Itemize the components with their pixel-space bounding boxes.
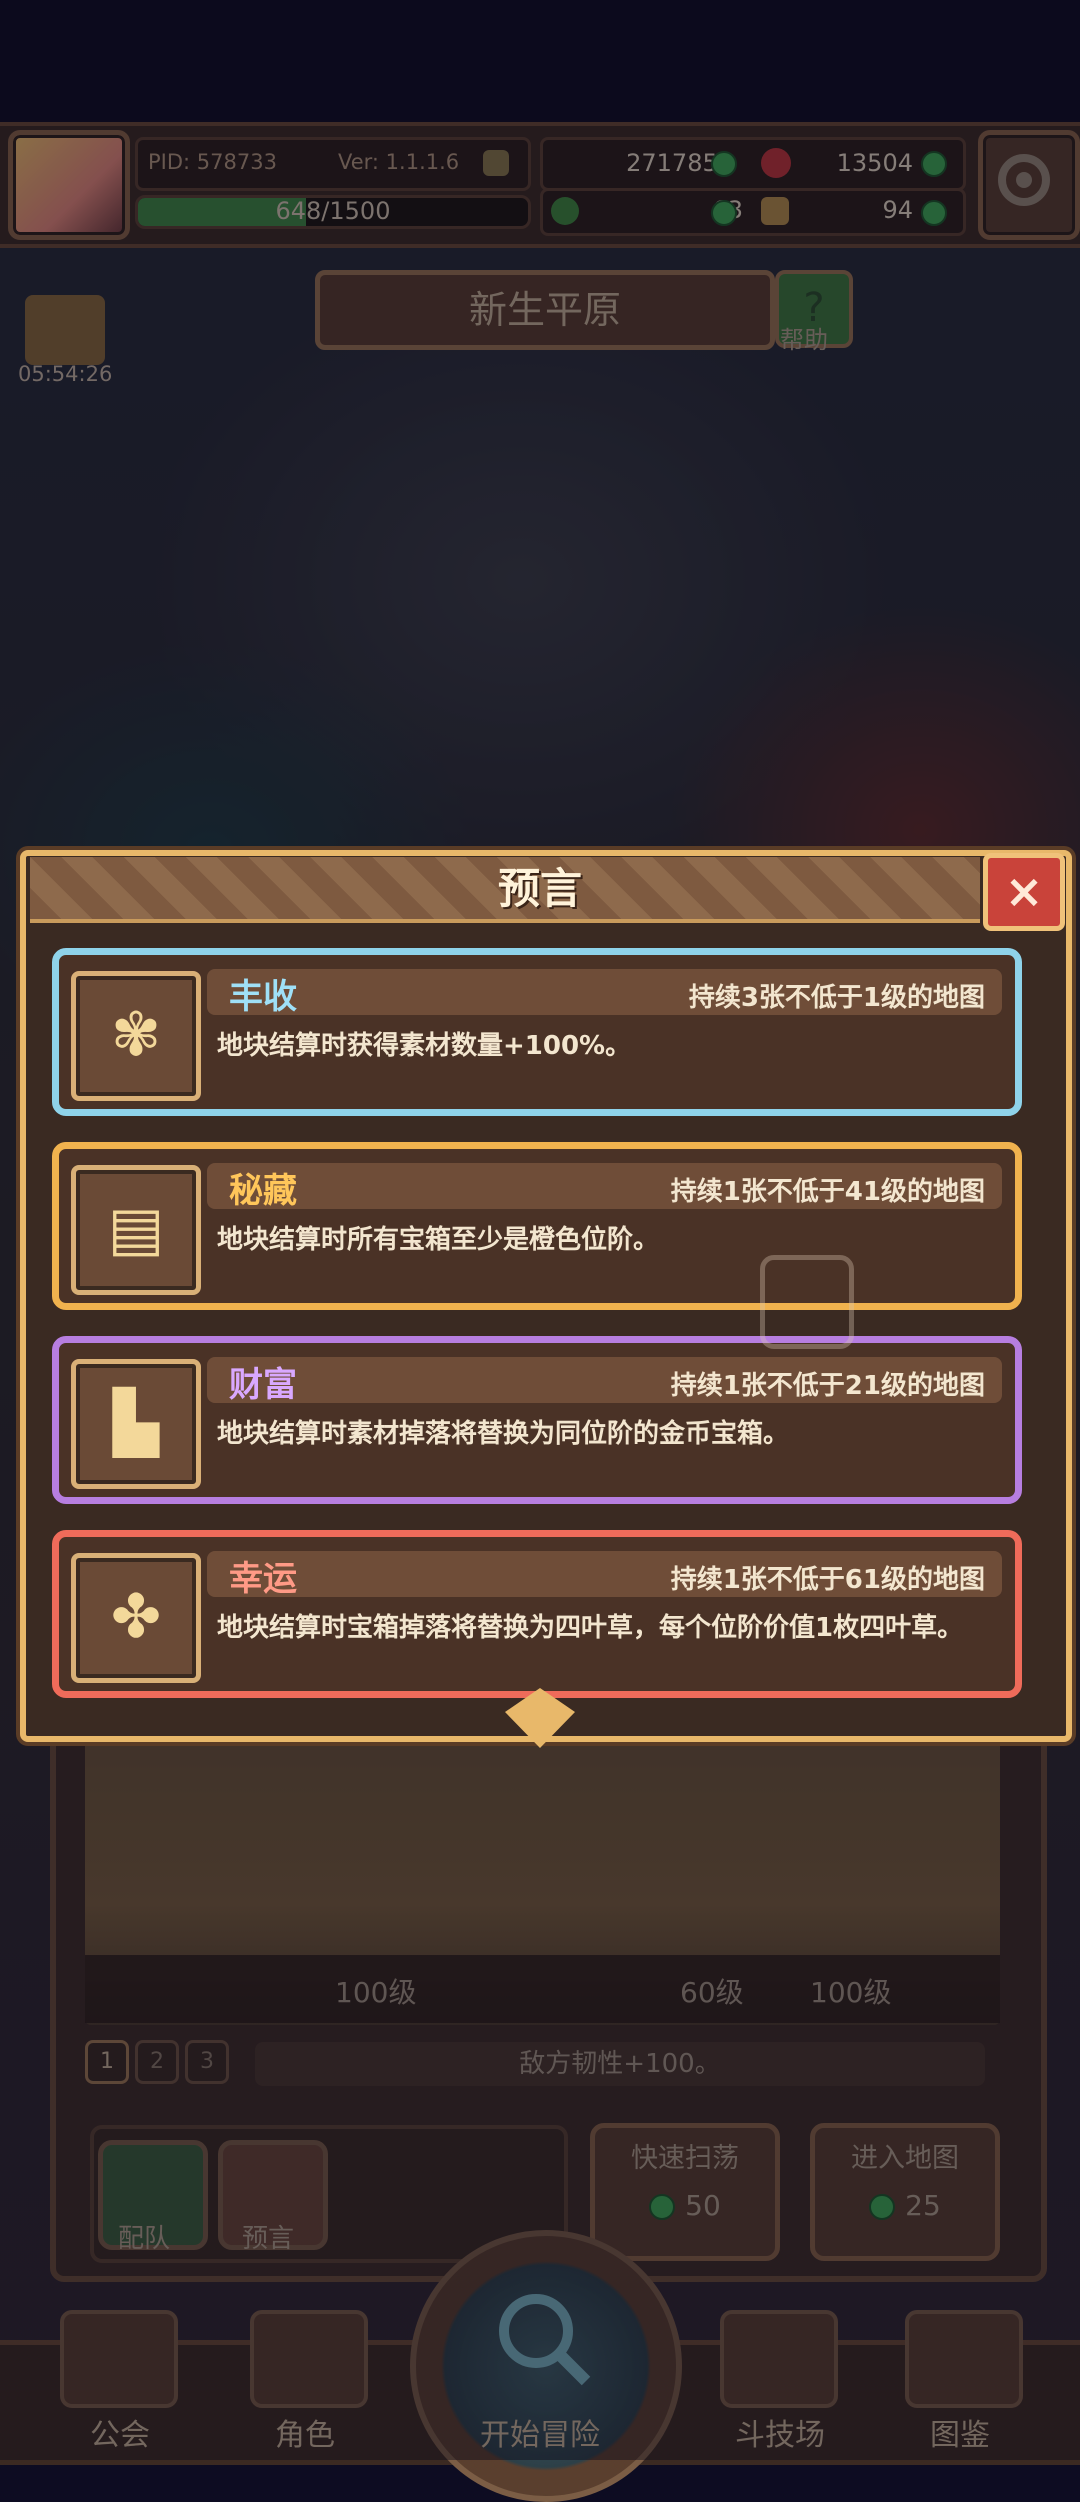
- scroll-icon: ▤: [71, 1165, 201, 1295]
- coins-icon: ▙: [71, 1359, 201, 1489]
- card-description: 地块结算时所有宝箱至少是橙色位阶。: [217, 1225, 660, 1255]
- card-description: 地块结算时宝箱掉落将替换为四叶草，每个位阶价值1枚四叶草。: [217, 1613, 964, 1643]
- prophecy-card[interactable]: ▤ 秘藏 持续1张不低于41级的地图 地块结算时所有宝箱至少是橙色位阶。: [52, 1142, 1022, 1310]
- prophecy-card[interactable]: ▙ 财富 持续1张不低于21级的地图地块结算时素材掉落将替换为同位阶的金币宝箱。: [52, 1336, 1022, 1504]
- prophecy-card[interactable]: ✾ 丰收 持续3张不低于1级的地图地块结算时获得素材数量+100%。: [52, 948, 1022, 1116]
- card-name: 财富: [229, 1365, 297, 1405]
- card-condition: 持续3张不低于1级的地图: [688, 983, 985, 1013]
- card-name: 幸运: [229, 1559, 297, 1599]
- card-condition: 持续1张不低于61级的地图: [670, 1565, 985, 1595]
- dialog-title: 预言: [497, 864, 582, 913]
- card-name: 丰收: [229, 977, 297, 1017]
- prophecy-card[interactable]: ✤ 幸运 持续1张不低于61级的地图地块结算时宝箱掉落将替换为四叶草，每个位阶价值1…: [52, 1530, 1022, 1698]
- card-description: 地块结算时素材掉落将替换为同位阶的金币宝箱。: [217, 1419, 790, 1449]
- wheat-icon: ✾: [71, 971, 201, 1101]
- close-button[interactable]: ×: [983, 853, 1065, 931]
- close-icon: ×: [1004, 864, 1044, 918]
- card-name: 秘藏: [229, 1171, 297, 1211]
- touch-indicator: [760, 1255, 854, 1349]
- card-condition: 持续1张不低于21级的地图: [670, 1371, 985, 1401]
- card-description: 地块结算时获得素材数量+100%。: [217, 1031, 632, 1061]
- clover-icon: ✤: [71, 1553, 201, 1683]
- card-condition: 持续1张不低于41级的地图: [670, 1177, 985, 1207]
